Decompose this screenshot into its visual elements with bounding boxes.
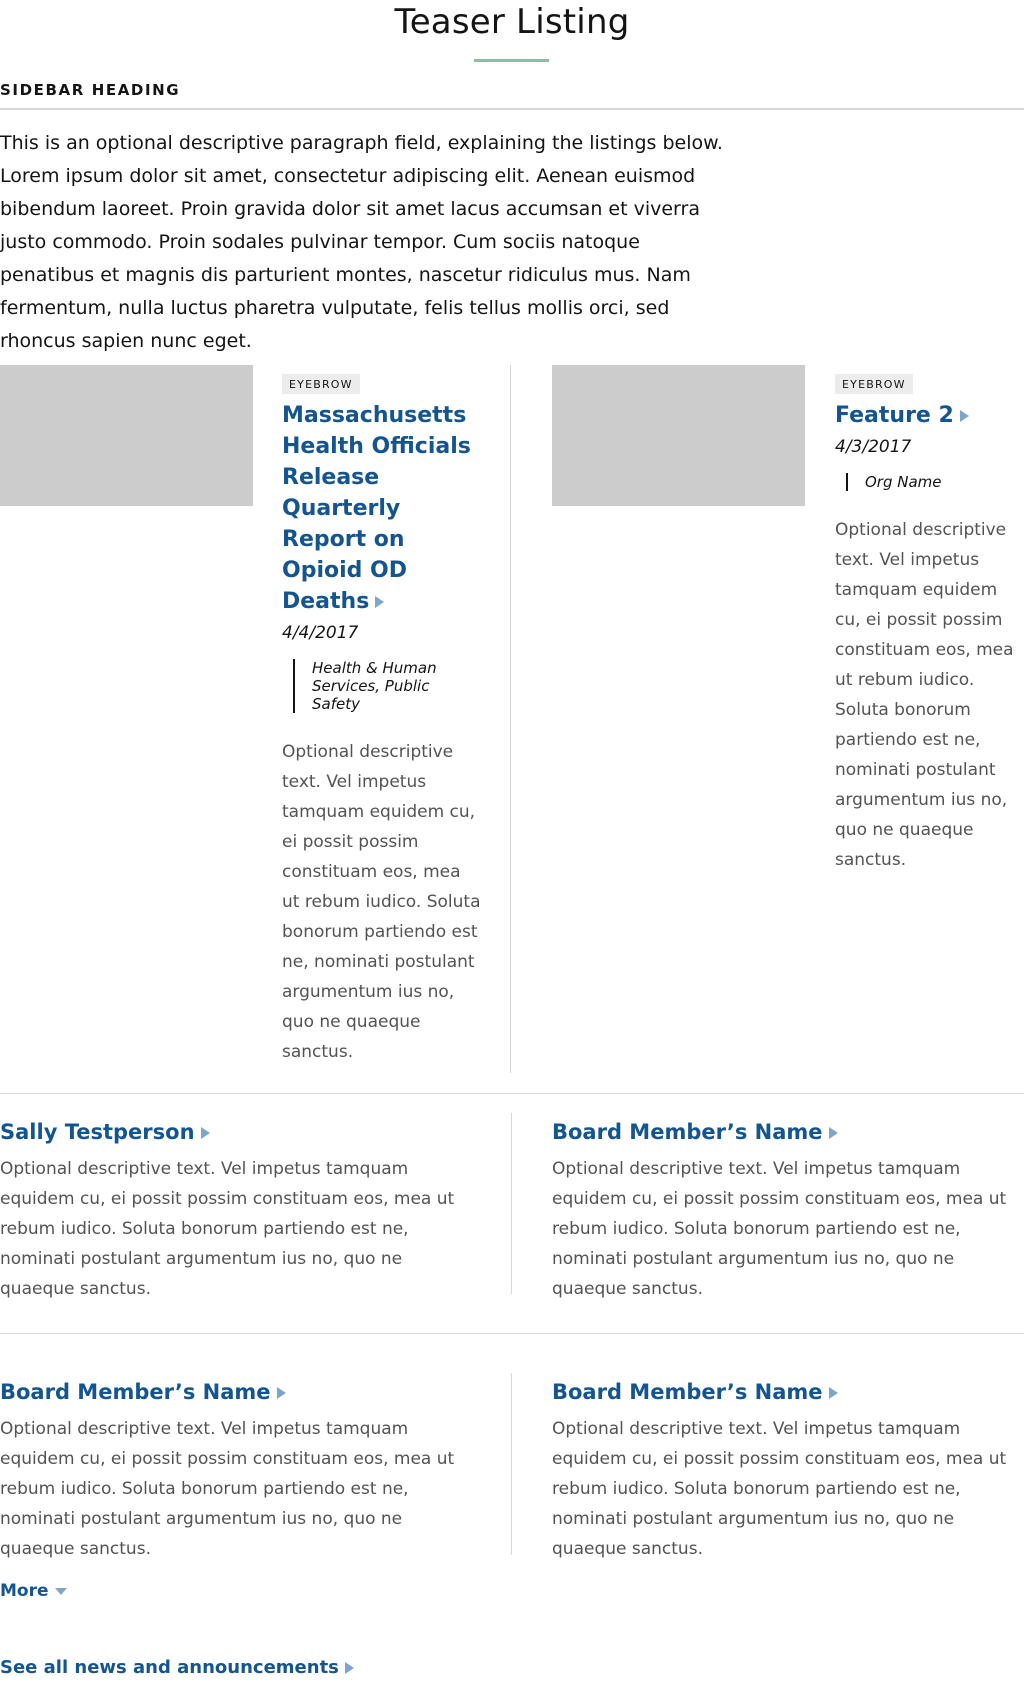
feature-body: EYEBROW Feature 2 4/3/2017 Org Name Opti… bbox=[835, 365, 1024, 875]
sidebar-heading: SIDEBAR HEADING bbox=[0, 81, 181, 99]
feature-org: Health & Human Services, Public Safety bbox=[293, 659, 482, 713]
heading-divider bbox=[0, 108, 1024, 110]
feature-date: 4/3/2017 bbox=[835, 437, 912, 457]
teaser-description: Optional descriptive text. Vel impetus t… bbox=[552, 1159, 1007, 1299]
arrow-right-icon bbox=[959, 410, 969, 422]
title-underline bbox=[474, 59, 549, 62]
feature-title-link[interactable]: Massachusetts Health Officials Release Q… bbox=[282, 400, 482, 617]
row-divider bbox=[0, 1333, 1024, 1334]
teaser-title-text: Board Member’s Name bbox=[552, 1120, 823, 1144]
teaser-item: Board Member’s Name Optional descriptive… bbox=[552, 1380, 1007, 1564]
teaser-item: Board Member’s Name Optional descriptive… bbox=[0, 1380, 455, 1564]
more-label: More bbox=[0, 1581, 49, 1601]
row-divider bbox=[0, 1093, 1024, 1094]
eyebrow-label: EYEBROW bbox=[282, 374, 360, 394]
feature-description: Optional descriptive text. Vel impetus t… bbox=[835, 520, 1014, 870]
feature-date: 4/4/2017 bbox=[282, 623, 359, 643]
eyebrow-label: EYEBROW bbox=[835, 374, 913, 394]
see-all-link[interactable]: See all news and announcements bbox=[0, 1657, 354, 1678]
teaser-title-text: Board Member’s Name bbox=[0, 1380, 271, 1404]
page-title: Teaser Listing bbox=[394, 2, 630, 42]
teaser-description: Optional descriptive text. Vel impetus t… bbox=[0, 1159, 455, 1299]
feature-image-placeholder[interactable] bbox=[0, 365, 253, 506]
teaser-title-link[interactable]: Board Member’s Name bbox=[0, 1380, 455, 1404]
feature-description: Optional descriptive text. Vel impetus t… bbox=[282, 742, 481, 1062]
feature-org: Org Name bbox=[846, 473, 1024, 491]
arrow-right-icon bbox=[828, 1127, 838, 1139]
teaser-item: Board Member’s Name Optional descriptive… bbox=[552, 1120, 1007, 1304]
teaser-title-text: Sally Testperson bbox=[0, 1120, 195, 1144]
column-divider bbox=[511, 1373, 512, 1555]
arrow-right-icon bbox=[375, 596, 385, 608]
teaser-item: Sally Testperson Optional descriptive te… bbox=[0, 1120, 455, 1304]
feature-title-text: Feature 2 bbox=[835, 403, 954, 428]
teaser-title-link[interactable]: Board Member’s Name bbox=[552, 1120, 1007, 1144]
feature-title-text: Massachusetts Health Officials Release Q… bbox=[282, 403, 471, 614]
feature-title-link[interactable]: Feature 2 bbox=[835, 400, 1024, 431]
arrow-right-icon bbox=[828, 1387, 838, 1399]
arrow-right-icon bbox=[276, 1387, 286, 1399]
teaser-description: Optional descriptive text. Vel impetus t… bbox=[0, 1419, 455, 1559]
intro-paragraph: This is an optional descriptive paragrap… bbox=[0, 132, 723, 352]
arrow-right-icon bbox=[344, 1662, 354, 1674]
column-divider bbox=[511, 1113, 512, 1294]
feature-image-placeholder[interactable] bbox=[552, 365, 805, 506]
teaser-description: Optional descriptive text. Vel impetus t… bbox=[552, 1419, 1007, 1559]
feature-body: EYEBROW Massachusetts Health Officials R… bbox=[282, 365, 482, 1067]
chevron-down-icon bbox=[54, 1587, 67, 1595]
teaser-title-link[interactable]: Sally Testperson bbox=[0, 1120, 455, 1144]
teaser-title-text: Board Member’s Name bbox=[552, 1380, 823, 1404]
arrow-right-icon bbox=[200, 1127, 210, 1139]
teaser-title-link[interactable]: Board Member’s Name bbox=[552, 1380, 1007, 1404]
more-button[interactable]: More bbox=[0, 1581, 67, 1601]
feature-teaser: EYEBROW Massachusetts Health Officials R… bbox=[0, 365, 511, 1073]
see-all-label: See all news and announcements bbox=[0, 1657, 339, 1678]
